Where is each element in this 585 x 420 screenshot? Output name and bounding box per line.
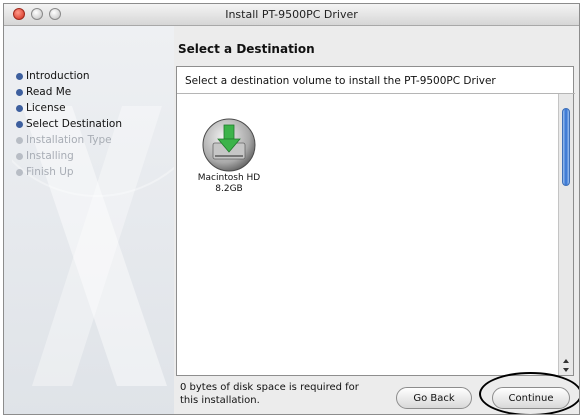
window-title: Install PT-9500PC Driver: [225, 8, 358, 21]
vertical-scrollbar[interactable]: [558, 94, 573, 375]
volume-name: Macintosh HD: [197, 173, 261, 183]
installer-steps-sidebar: Introduction Read Me License Select Dest…: [4, 26, 174, 414]
installer-steps-list: Introduction Read Me License Select Dest…: [16, 68, 122, 180]
step-bullet-icon: [16, 88, 23, 96]
step-bullet-icon: [16, 104, 23, 112]
volume-size: 8.2GB: [215, 184, 243, 194]
destination-panel: Select a destination volume to install t…: [176, 66, 575, 376]
scroll-down-arrow-icon[interactable]: [563, 368, 569, 372]
installer-window: Install PT-9500PC Driver Introduction Re…: [3, 3, 580, 415]
step-license: License: [16, 100, 122, 116]
volume-macintosh-hd[interactable]: Macintosh HD 8.2GB: [195, 117, 263, 195]
scroll-thumb[interactable]: [562, 108, 570, 186]
step-bullet-icon: [16, 120, 23, 128]
step-finish-up: Finish Up: [16, 164, 122, 180]
disk-space-note: 0 bytes of disk space is required for th…: [180, 382, 359, 406]
title-bar[interactable]: Install PT-9500PC Driver: [4, 4, 579, 26]
step-bullet-icon: [16, 136, 23, 144]
step-bullet-icon: [16, 72, 23, 80]
step-select-destination: Select Destination: [16, 116, 122, 132]
step-bullet-icon: [16, 152, 23, 160]
step-installation-type: Installation Type: [16, 132, 122, 148]
scroll-up-arrow-icon[interactable]: [563, 359, 569, 363]
highlight-circle-annotation: [479, 372, 579, 414]
instruction-text: Select a destination volume to install t…: [185, 75, 496, 87]
step-read-me: Read Me: [16, 84, 122, 100]
step-bullet-icon: [16, 168, 23, 176]
page-title: Select a Destination: [178, 42, 315, 56]
step-installing: Installing: [16, 148, 122, 164]
step-introduction: Introduction: [16, 68, 122, 84]
go-back-button[interactable]: Go Back: [396, 387, 472, 409]
hard-drive-install-icon: [202, 118, 256, 172]
divider: [177, 93, 575, 94]
